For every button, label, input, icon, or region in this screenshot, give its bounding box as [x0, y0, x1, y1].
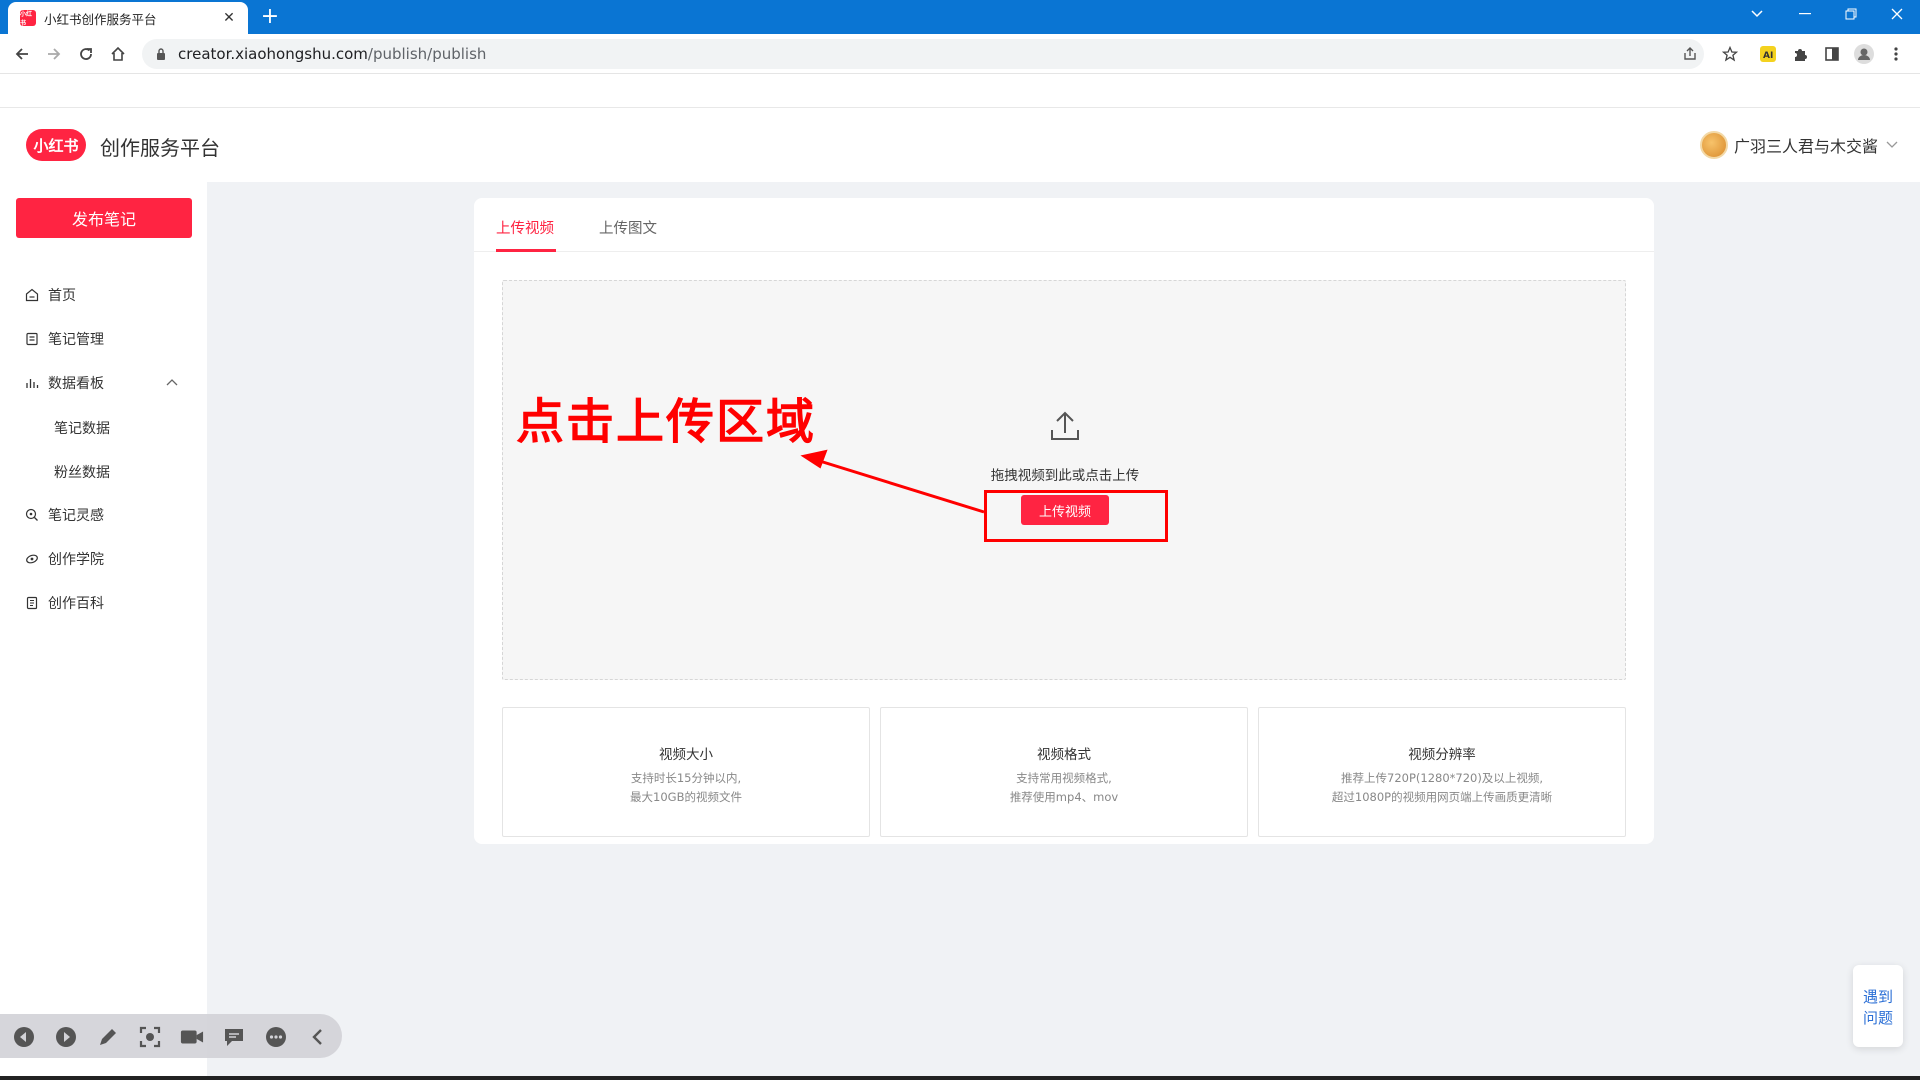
info-line: 支持常用视频格式, — [1016, 771, 1112, 785]
sidebar: 发布笔记 首页 笔记管理 数据看板 笔记数据 粉丝数据 笔记灵感 创作学院 创作… — [0, 182, 207, 1080]
username: 广羽三人君与木交酱 — [1733, 137, 1878, 156]
play-icon[interactable] — [54, 1025, 78, 1049]
extensions-puzzle-icon[interactable] — [1788, 42, 1812, 66]
url-host: creator.xiaohongshu.com — [178, 45, 368, 63]
lightbulb-icon — [24, 507, 40, 523]
upload-dropzone[interactable]: 拖拽视频到此或点击上传 上传视频 — [502, 280, 1626, 680]
browser-tab-strip: 小红书 小红书创作服务平台 ✕ + — [0, 0, 1920, 34]
upload-tabs: 上传视频 上传图文 — [474, 198, 1654, 252]
share-icon[interactable] — [1682, 46, 1698, 62]
sidebar-item-note-inspiration[interactable]: 笔记灵感 — [24, 503, 104, 527]
lock-icon[interactable] — [156, 48, 166, 60]
info-line: 超过1080P的视频用网页端上传画质更清晰 — [1331, 790, 1553, 804]
info-card-video-size: 视频大小 支持时长15分钟以内, 最大10GB的视频文件 — [502, 707, 870, 837]
home-icon — [24, 287, 40, 303]
sidebar-item-note-data[interactable]: 笔记数据 — [54, 418, 110, 438]
comment-icon[interactable] — [222, 1025, 246, 1049]
tab-search-icon[interactable] — [1734, 0, 1780, 28]
bookmark-star-icon[interactable] — [1718, 42, 1742, 66]
svg-text:AI: AI — [1763, 51, 1773, 61]
info-card-video-resolution: 视频分辨率 推荐上传720P(1280*720)及以上视频, 超过1080P的视… — [1258, 707, 1626, 837]
info-line: 推荐上传720P(1280*720)及以上视频, — [1341, 771, 1543, 785]
note-icon — [24, 331, 40, 347]
tab-title: 小红书创作服务平台 — [44, 11, 157, 27]
chevron-down-icon[interactable] — [1886, 141, 1898, 149]
sidebar-item-label: 创作百科 — [48, 596, 104, 612]
sidebar-item-data-board[interactable]: 数据看板 — [24, 371, 104, 395]
side-panel-icon[interactable] — [1820, 42, 1844, 66]
upload-requirements: 视频大小 支持时长15分钟以内, 最大10GB的视频文件 视频格式 支持常用视频… — [502, 707, 1626, 837]
sidebar-item-note-management[interactable]: 笔记管理 — [24, 327, 104, 351]
restore-icon[interactable] — [1828, 0, 1874, 28]
chevron-up-icon[interactable] — [166, 378, 178, 386]
video-camera-icon[interactable] — [180, 1025, 204, 1049]
annotation-highlight-box — [984, 490, 1168, 542]
address-bar[interactable]: creator.xiaohongshu.com/publish/publish — [142, 39, 1704, 69]
info-title: 视频分辨率 — [1408, 747, 1476, 763]
taskbar-edge — [0, 1076, 1920, 1080]
more-icon[interactable] — [264, 1025, 288, 1049]
sidebar-item-creator-academy[interactable]: 创作学院 — [24, 547, 104, 571]
drop-hint: 拖拽视频到此或点击上传 — [990, 468, 1140, 484]
profile-icon[interactable] — [1852, 42, 1876, 66]
previous-icon[interactable] — [12, 1025, 36, 1049]
tab-upload-video[interactable]: 上传视频 — [496, 217, 554, 238]
browser-menu-icon[interactable] — [1884, 42, 1908, 66]
bookmark-bar-space — [0, 74, 1920, 108]
home-browser-icon[interactable] — [106, 42, 130, 66]
info-line: 支持时长15分钟以内, — [630, 771, 742, 785]
new-tab-button[interactable]: + — [258, 6, 282, 30]
xiaohongshu-logo[interactable]: 小红书 — [26, 129, 86, 161]
brand-title: 创作服务平台 — [100, 136, 220, 160]
screenshot-icon[interactable] — [138, 1025, 162, 1049]
sidebar-item-creator-wiki[interactable]: 创作百科 — [24, 591, 104, 615]
sidebar-item-label: 数据看板 — [48, 376, 104, 392]
main-content: 上传视频 上传图文 拖拽视频到此或点击上传 上传视频 视频大小 支持时长15分钟… — [207, 182, 1920, 1080]
close-tab-icon[interactable]: ✕ — [220, 9, 238, 27]
pen-icon[interactable] — [96, 1025, 120, 1049]
reload-icon[interactable] — [74, 42, 98, 66]
extension-ai-icon[interactable]: AI — [1756, 42, 1780, 66]
app-header: 小红书 创作服务平台 广羽三人君与木交酱 — [0, 108, 1920, 182]
url-path: /publish/publish — [367, 45, 487, 63]
sidebar-item-label: 创作学院 — [48, 552, 104, 568]
tab-upload-image-text[interactable]: 上传图文 — [599, 217, 657, 238]
info-line: 推荐使用mp4、mov — [1009, 790, 1119, 804]
wiki-icon — [24, 595, 40, 611]
info-card-video-format: 视频格式 支持常用视频格式, 推荐使用mp4、mov — [880, 707, 1248, 837]
active-tab-indicator — [496, 249, 556, 252]
academy-icon — [24, 551, 40, 567]
sidebar-item-label: 首页 — [48, 288, 76, 304]
chart-icon — [24, 375, 40, 391]
help-widget[interactable]: 遇到 问题 — [1853, 965, 1903, 1047]
xiaohongshu-favicon-icon: 小红书 — [20, 10, 36, 27]
forward-icon[interactable] — [42, 42, 66, 66]
user-menu[interactable]: 广羽三人君与木交酱 — [1699, 131, 1898, 159]
help-text-line2: 问题 — [1862, 1009, 1893, 1027]
browser-toolbar: creator.xiaohongshu.com/publish/publish … — [0, 34, 1920, 74]
sidebar-item-home[interactable]: 首页 — [24, 283, 76, 307]
close-window-icon[interactable] — [1874, 0, 1920, 28]
minimize-icon[interactable] — [1782, 0, 1828, 28]
sidebar-item-label: 笔记灵感 — [48, 508, 104, 524]
back-icon[interactable] — [10, 42, 34, 66]
browser-tab[interactable]: 小红书 小红书创作服务平台 ✕ — [8, 2, 248, 34]
info-line: 最大10GB的视频文件 — [630, 790, 742, 804]
sidebar-item-label: 笔记管理 — [48, 332, 104, 348]
annotation-label: 点击上传区域 — [516, 394, 817, 450]
sidebar-item-fan-data[interactable]: 粉丝数据 — [54, 462, 110, 482]
collapse-toolbar-icon[interactable] — [306, 1025, 330, 1049]
help-text-line1: 遇到 — [1862, 988, 1893, 1006]
info-title: 视频大小 — [659, 747, 713, 763]
info-title: 视频格式 — [1037, 747, 1091, 763]
recorder-toolbar — [0, 1014, 342, 1058]
upload-icon — [1048, 409, 1082, 443]
publish-note-button[interactable]: 发布笔记 — [16, 198, 192, 238]
avatar[interactable] — [1699, 131, 1728, 159]
